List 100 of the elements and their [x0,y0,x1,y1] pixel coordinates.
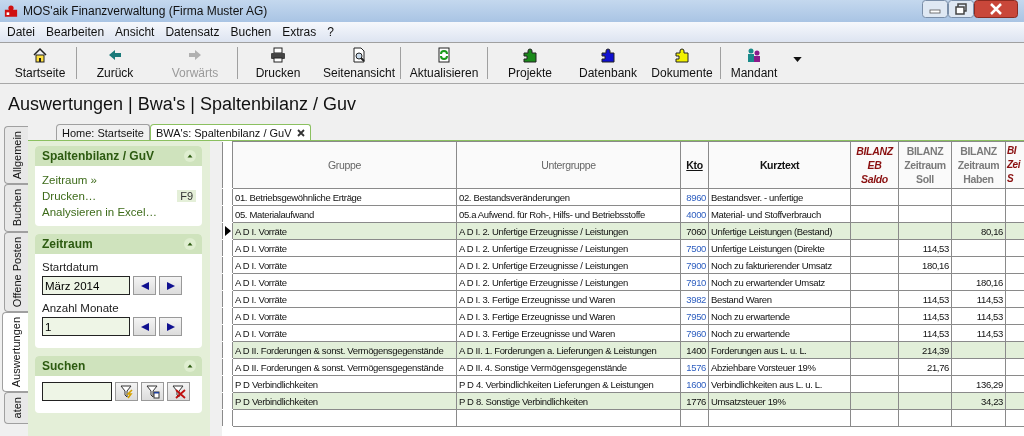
toolbar-button[interactable]: Zurück [77,43,153,83]
side-tab[interactable]: aten [4,392,28,424]
clear-filter-button[interactable] [167,382,190,401]
table-cell[interactable]: 1600 [680,375,709,393]
previous-button[interactable] [133,276,156,295]
table-cell: 05. Materialaufwand [232,205,457,223]
input-field[interactable]: 1 [42,317,130,336]
side-tab[interactable]: Offene Posten [4,231,28,312]
close-icon[interactable] [296,128,305,137]
table-cell[interactable]: 3982 [680,290,709,308]
table-cell: 02. Bestandsveränderungen [456,188,681,206]
column-header[interactable]: Kurztext [708,141,851,189]
document-tab[interactable]: BWA's: Spaltenbilanz / GuV [149,124,311,140]
column-header[interactable]: BILANZ EB Saldo [850,141,899,189]
dropdown-caret-icon[interactable] [793,56,802,62]
toolbar-button[interactable]: Seitenansicht [318,43,400,83]
toolbar-button[interactable]: Projekte [488,43,572,83]
table-cell: A D I. Vorräte [232,273,457,291]
column-header[interactable]: Kto [680,141,709,189]
search-field[interactable] [42,382,112,401]
table-cell: 114,53 [951,324,1006,342]
toolbar-button[interactable]: Dokumente [644,43,720,83]
input-field[interactable]: März 2014 [42,276,130,295]
column-header[interactable]: Untergruppe [456,141,681,189]
table-cell[interactable]: 7900 [680,256,709,274]
table-cell: Bestandsver. - unfertige [708,188,851,206]
menu-item[interactable]: Extras [282,25,317,39]
next-button[interactable] [159,276,182,295]
column-header[interactable]: BILANZ Zeitraum Soll [898,141,952,189]
home-icon [32,46,48,63]
table-cell: 114,53 [951,307,1006,325]
left-arrow-icon [140,322,149,331]
table-cell[interactable]: 7910 [680,273,709,291]
table-cell[interactable]: 7950 [680,307,709,325]
table-cell[interactable]: 7960 [680,324,709,342]
menu-item[interactable]: Datei [7,25,35,39]
side-tab[interactable]: Allgemein [4,126,28,185]
next-button[interactable] [159,317,182,336]
table-cell: A D I. 2. Unfertige Erzeugnisse / Leistungen [456,273,681,291]
action-link[interactable]: Drucken… [42,190,97,202]
table-cell [850,205,899,223]
menu-item[interactable]: Datensatz [165,25,220,39]
table-cell: 01. Betriebsgewöhnliche Erträge [232,188,457,206]
table-cell[interactable]: 4000 [680,205,709,223]
filter-list-button[interactable] [141,382,164,401]
toolbar-button[interactable]: Startseite [4,43,76,83]
puzzle-icon [674,46,690,63]
table-cell: Noch zu erwartende [708,307,851,325]
table-cell [898,205,952,223]
action-link[interactable]: Analysieren in Excel… [42,206,158,218]
close-icon[interactable] [974,0,1018,18]
column-header[interactable]: BILANZ Zeitraum Haben [951,141,1006,189]
table-cell [898,188,952,206]
collapse-icon[interactable] [184,360,196,372]
toolbar-button[interactable]: Datenbank [572,43,644,83]
page-heading: Auswertungen | Bwa's | Spaltenbilanz / Guv [7,92,357,116]
side-tab[interactable]: Auswertungen [2,311,28,393]
document-tab[interactable]: Home: Startseite [56,124,150,140]
window-title: MOS'aik Finanzverwaltung (Firma Muster AG) [23,4,268,18]
table-cell[interactable]: 8960 [680,188,709,206]
column-header[interactable]: Gruppe [232,141,457,189]
maximize-icon[interactable] [948,0,974,18]
printer-icon [270,46,286,63]
table-cell: A D I. Vorräte [232,256,457,274]
menu-item[interactable]: Buchen [230,25,272,39]
table-cell [898,273,952,291]
toolbar-button[interactable]: Mandant [721,43,787,83]
table-cell: A D II. Forderungen & sonst. Vermögensgegenstände [232,358,457,376]
filter-lightning-icon [119,384,134,399]
previous-button[interactable] [133,317,156,336]
table-cell: 114,53 [898,239,952,257]
table-cell: A D I. 2. Unfertige Erzeugnisse / Leistungen [456,256,681,274]
table-cell: Noch zu erwartender Umsatz [708,273,851,291]
table-cell: A D I. Vorräte [232,239,457,257]
table-cell: A D I. Vorräte [232,307,457,325]
collapse-icon[interactable] [184,150,196,162]
side-tab[interactable]: Buchen [4,184,28,232]
puzzle-icon [522,46,538,63]
table-cell[interactable]: 7500 [680,239,709,257]
collapse-icon[interactable] [184,238,196,250]
table-cell [850,239,899,257]
right-arrow-icon [166,322,175,331]
table-cell: P D 4. Verbindlichkeiten Lieferungen & Leistungen [456,375,681,393]
table-cell [850,307,899,325]
filter-button[interactable] [115,382,138,401]
table-cell [850,358,899,376]
table-cell[interactable]: 1576 [680,358,709,376]
action-link[interactable]: Zeitraum » [42,174,97,186]
puzzle-icon [600,46,616,63]
panel-title: Spaltenbilanz / GuV [42,149,154,163]
toolbar-button[interactable]: Aktualisieren [401,43,487,83]
menu-item[interactable]: ? [327,25,334,39]
menu-item[interactable]: Ansicht [115,25,155,39]
table-cell: Noch zu fakturierender Umsatz [708,256,851,274]
table-cell: A D I. Vorräte [232,290,457,308]
table-cell: A D I. 3. Fertige Erzeugnisse und Waren [456,324,681,342]
field-label: Anzahl Monate [42,302,120,314]
toolbar-button[interactable]: Drucken [238,43,318,83]
menu-item[interactable]: Bearbeiten [46,25,105,39]
table-cell: 114,53 [898,290,952,308]
